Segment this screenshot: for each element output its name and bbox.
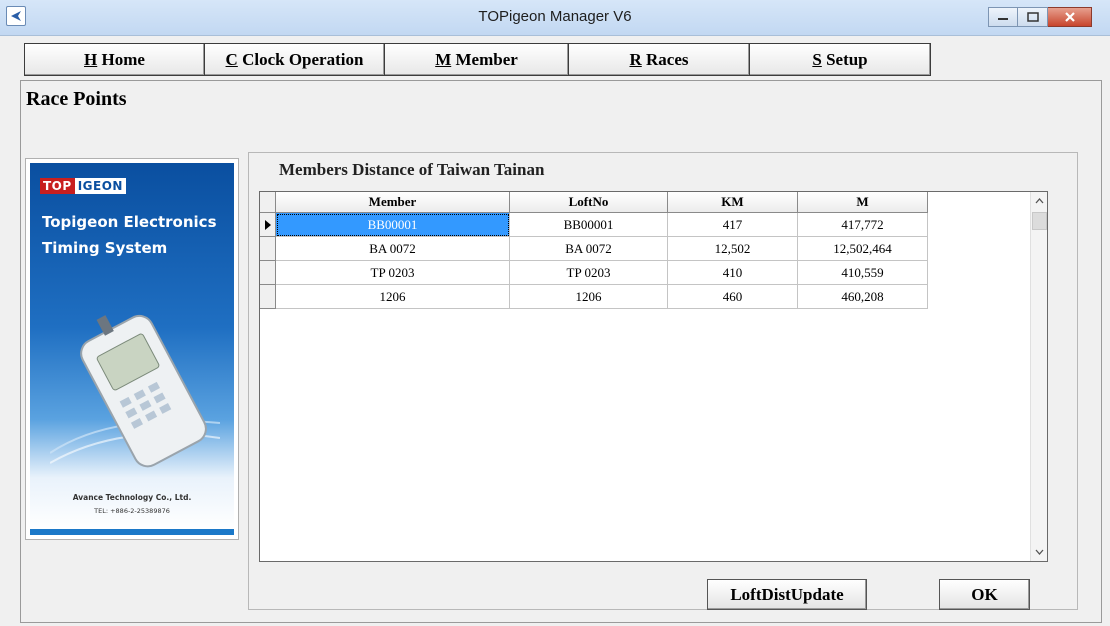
close-button[interactable] — [1048, 7, 1092, 27]
cell-km[interactable]: 460 — [668, 285, 798, 309]
table-row[interactable]: 1206 1206 460 460,208 — [260, 285, 928, 309]
menu-accel: H — [84, 50, 98, 69]
cell-member[interactable]: BB00001 — [276, 213, 510, 237]
topigeon-logo: TOP IGEON — [40, 178, 126, 194]
company-tel: TEL: +886-2-25389876 — [94, 507, 170, 515]
scroll-down-icon[interactable] — [1035, 549, 1044, 555]
maximize-button[interactable] — [1018, 7, 1048, 27]
cell-member[interactable]: BA 0072 — [276, 237, 510, 261]
cell-member[interactable]: TP 0203 — [276, 261, 510, 285]
cell-m[interactable]: 410,559 — [798, 261, 928, 285]
menu-label: Clock Operation — [242, 50, 364, 69]
menu-accel: C — [225, 50, 238, 69]
group-title: Members Distance of Taiwan Tainan — [279, 160, 545, 179]
menu-accel: S — [812, 50, 822, 69]
cell-m[interactable]: 417,772 — [798, 213, 928, 237]
menu-bar: H Home C Clock Operation M Member R Race… — [24, 43, 931, 76]
title-bar: TOPigeon Manager V6 — [0, 0, 1110, 36]
cell-loftno[interactable]: BB00001 — [510, 213, 668, 237]
row-header[interactable] — [260, 213, 276, 237]
banner-artwork: TOP IGEON Topigeon Electronics Timing Sys… — [30, 163, 234, 529]
page-title: Race Points — [26, 88, 127, 110]
column-header-m[interactable]: M — [798, 192, 928, 213]
row-header[interactable] — [260, 261, 276, 285]
menu-member[interactable]: M Member — [384, 43, 568, 76]
menu-label: Races — [646, 50, 689, 69]
timing-device-icon — [50, 314, 220, 468]
current-row-arrow-icon — [265, 220, 271, 230]
scrollbar-thumb[interactable] — [1032, 212, 1047, 230]
close-icon — [1064, 12, 1075, 22]
menu-accel: R — [629, 50, 642, 69]
cell-km[interactable]: 417 — [668, 213, 798, 237]
row-header[interactable] — [260, 237, 276, 261]
brand-text: Topigeon Electronics Timing System — [42, 209, 232, 261]
vertical-scrollbar[interactable] — [1030, 192, 1047, 561]
loft-dist-update-button[interactable]: LoftDistUpdate — [707, 579, 867, 610]
members-distance-grid[interactable]: Member LoftNo KM M BB00001 BB00001 417 4… — [259, 191, 1048, 562]
banner-accent-bar — [30, 529, 234, 535]
company-name: Avance Technology Co., Ltd. — [72, 493, 192, 502]
logo-part-a: TOP — [40, 178, 75, 194]
menu-label: Home — [101, 50, 145, 69]
cell-loftno[interactable]: TP 0203 — [510, 261, 668, 285]
menu-accel: M — [435, 50, 452, 69]
table-row[interactable]: BB00001 BB00001 417 417,772 — [260, 213, 928, 237]
menu-races[interactable]: R Races — [568, 43, 749, 76]
cell-km[interactable]: 410 — [668, 261, 798, 285]
brand-line-1: Topigeon Electronics — [42, 213, 217, 231]
cell-km[interactable]: 12,502 — [668, 237, 798, 261]
scroll-up-icon[interactable] — [1035, 198, 1044, 204]
window-controls — [988, 7, 1092, 29]
brand-line-2: Timing System — [42, 239, 168, 257]
cell-loftno[interactable]: BA 0072 — [510, 237, 668, 261]
maximize-icon — [1026, 12, 1039, 22]
window-title: TOPigeon Manager V6 — [478, 8, 632, 25]
row-header[interactable] — [260, 285, 276, 309]
cell-member[interactable]: 1206 — [276, 285, 510, 309]
sidebar-banner: TOP IGEON Topigeon Electronics Timing Sys… — [25, 158, 239, 540]
minimize-icon — [998, 18, 1008, 20]
menu-label: Member — [455, 50, 518, 69]
logo-part-b: IGEON — [74, 178, 126, 194]
minimize-button[interactable] — [988, 7, 1018, 27]
menu-clock-operation[interactable]: C Clock Operation — [204, 43, 384, 76]
grid-body: BB00001 BB00001 417 417,772 BA 0072 BA 0… — [260, 213, 928, 309]
menu-setup[interactable]: S Setup — [749, 43, 931, 76]
column-header-loftno[interactable]: LoftNo — [510, 192, 668, 213]
menu-home[interactable]: H Home — [24, 43, 204, 76]
table-row[interactable]: BA 0072 BA 0072 12,502 12,502,464 — [260, 237, 928, 261]
cell-m[interactable]: 12,502,464 — [798, 237, 928, 261]
ok-button[interactable]: OK — [939, 579, 1030, 610]
menu-label: Setup — [826, 50, 868, 69]
column-header-member[interactable]: Member — [276, 192, 510, 213]
cell-loftno[interactable]: 1206 — [510, 285, 668, 309]
grid-header: Member LoftNo KM M — [260, 192, 928, 213]
grid-corner — [260, 192, 276, 213]
table-row[interactable]: TP 0203 TP 0203 410 410,559 — [260, 261, 928, 285]
cell-m[interactable]: 460,208 — [798, 285, 928, 309]
column-header-km[interactable]: KM — [668, 192, 798, 213]
